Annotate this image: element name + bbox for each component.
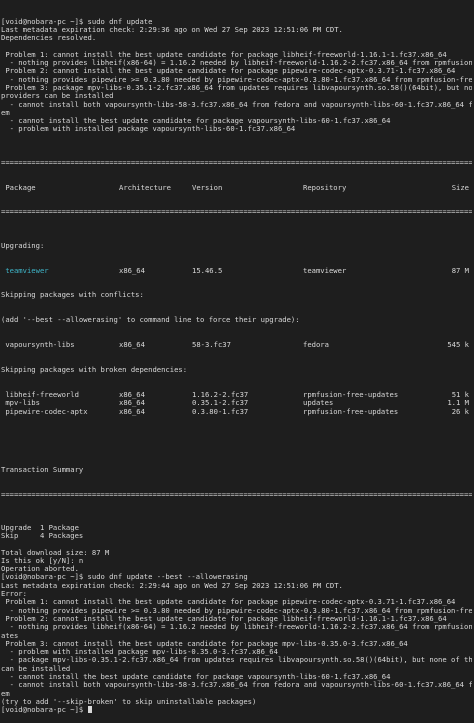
cell-repo: fedora — [303, 341, 329, 350]
output-line: - nothing provides libheif(x86-64) = 1.1… — [1, 623, 472, 632]
block-cursor-icon — [87, 706, 92, 714]
second-command-output: Upgrade 1 Package Skip 4 Packages Total do… — [1, 524, 472, 715]
first-command-output: [void@nobara-pc ~]$ sudo dnf update Last … — [1, 18, 472, 134]
shell-prompt-line: [void@nobara-pc ~]$ sudo dnf update — [1, 17, 153, 26]
upgrading-label: Upgrading: — [1, 241, 45, 250]
cell-size: 1.1 M — [447, 399, 469, 408]
cell-package: vapoursynth-libs — [1, 341, 75, 350]
table-row: mpv-libs x86_64 0.35.1-2.fc37 updates 1.1 M — [1, 399, 472, 407]
header-repository: Repository — [303, 183, 347, 192]
output-line: Dependencies resolved. — [1, 34, 97, 43]
output-line: Problem 3: cannot install the best updat… — [1, 639, 408, 648]
header-size: Size — [451, 183, 469, 192]
output-line: Last metadata expiration check: 2:29:36 … — [1, 25, 343, 34]
broken-list: libheif-freeworld x86_64 1.16.2-2.fc37 rpmf… — [1, 391, 472, 416]
cell-arch: x86_64 — [119, 399, 145, 408]
output-line: - problem with installed package mpv-lib… — [1, 648, 278, 657]
cell-version: 15.46.5 — [192, 266, 223, 275]
output-line: - cannot install the best update candida… — [1, 673, 391, 682]
cell-repo: teamviewer — [303, 266, 347, 275]
cell-repo: updates — [303, 399, 334, 408]
header-architecture: Architecture — [119, 183, 171, 192]
cell-version: 0.3.80-1.fc37 — [192, 407, 249, 416]
output-line: Total download size: 87 M — [1, 548, 110, 557]
cell-version: 1.16.2-2.fc37 — [192, 390, 249, 399]
output-line: (try to add '--skip-broken' to skip unin… — [1, 697, 257, 706]
output-line: Error: — [1, 590, 27, 599]
output-line: - nothing provides pipewire >= 0.3.80 ne… — [1, 75, 472, 84]
output-line: em — [1, 689, 10, 698]
terminal-output[interactable]: [void@nobara-pc ~]$ sudo dnf update Last … — [0, 0, 474, 723]
output-line: Problem 2: cannot install the best updat… — [1, 67, 456, 76]
conflicts-label: Skipping packages with conflicts: — [1, 291, 144, 300]
output-line: Problem 1: cannot install the best updat… — [1, 598, 456, 607]
upgrading-list: teamviewer x86_64 15.46.5 teamviewer 87 M — [1, 267, 472, 275]
output-line: - cannot install both vapoursynth-libs-5… — [1, 681, 472, 690]
output-line: - package mpv-libs-0.35.1-2.fc37.x86_64 … — [1, 656, 472, 665]
cell-version: 58-3.fc37 — [192, 341, 231, 350]
output-line: Last metadata expiration check: 2:29:44 … — [1, 581, 343, 590]
output-line: Skip 4 Packages — [1, 532, 84, 540]
shell-prompt-line: [void@nobara-pc ~]$ sudo dnf update --be… — [1, 573, 248, 582]
output-line: ates — [1, 631, 19, 640]
output-line: em — [1, 108, 10, 117]
table-rule-mid: ========================================… — [1, 208, 472, 217]
conflicts-hint: (add '--best --allowerasing' to command … — [1, 316, 300, 325]
output-line: - cannot install the best update candida… — [1, 117, 391, 126]
cell-arch: x86_64 — [119, 390, 145, 399]
cell-size: 87 M — [451, 266, 469, 275]
cell-repo: rpmfusion-free-updates — [303, 407, 399, 416]
table-row: teamviewer x86_64 15.46.5 teamviewer 87 M — [1, 267, 472, 275]
output-line: Operation aborted. — [1, 565, 79, 574]
cell-size: 545 k — [447, 341, 469, 350]
cell-arch: x86_64 — [119, 341, 145, 350]
cell-package: teamviewer — [1, 266, 49, 275]
output-line: - nothing provides pipewire >= 0.3.80 ne… — [1, 606, 472, 615]
summary-rule: ========================================… — [1, 490, 472, 499]
table-row: libheif-freeworld x86_64 1.16.2-2.fc37 rpmf… — [1, 391, 472, 399]
cell-size: 26 k — [451, 407, 469, 416]
shell-prompt-line: [void@nobara-pc ~]$ — [1, 706, 472, 714]
header-version: Version — [192, 183, 223, 192]
output-line: Upgrade 1 Package — [1, 523, 79, 532]
summary-title: Transaction Summary — [1, 465, 84, 474]
cell-version: 0.35.1-2.fc37 — [192, 399, 249, 408]
output-line: providers can be installed — [1, 92, 114, 101]
broken-label: Skipping packages with broken dependenci… — [1, 366, 188, 375]
cell-package: pipewire-codec-aptx — [1, 407, 88, 416]
table-row: pipewire-codec-aptx x86_64 0.3.80-1.fc37 rp… — [1, 408, 472, 416]
cell-arch: x86_64 — [119, 407, 145, 416]
header-package: Package — [1, 183, 36, 192]
table-rule-top: ========================================… — [1, 158, 472, 167]
cell-package: mpv-libs — [1, 399, 40, 408]
cell-size: 51 k — [451, 390, 469, 399]
output-line: Problem 2: cannot install the best updat… — [1, 614, 447, 623]
output-line: can be installed — [1, 664, 71, 673]
table-header-row: Package Architecture Version Repository … — [1, 184, 472, 192]
conflicts-list: vapoursynth-libs x86_64 58-3.fc37 fedora 545… — [1, 341, 472, 349]
cell-package: libheif-freeworld — [1, 390, 79, 399]
output-line: - cannot install both vapoursynth-libs-5… — [1, 100, 472, 109]
output-line: Problem 3: package mpv-libs-0.35.1-2.fc3… — [1, 83, 472, 92]
output-line: - problem with installed package vapours… — [1, 125, 296, 134]
cell-arch: x86_64 — [119, 266, 145, 275]
output-line: - nothing provides libheif(x86-64) = 1.1… — [1, 59, 472, 68]
output-line: Problem 1: cannot install the best updat… — [1, 50, 447, 59]
table-row: vapoursynth-libs x86_64 58-3.fc37 fedora 545… — [1, 341, 472, 349]
cell-repo: rpmfusion-free-updates — [303, 390, 399, 399]
output-line: Is this ok [y/N]: n — [1, 556, 84, 565]
